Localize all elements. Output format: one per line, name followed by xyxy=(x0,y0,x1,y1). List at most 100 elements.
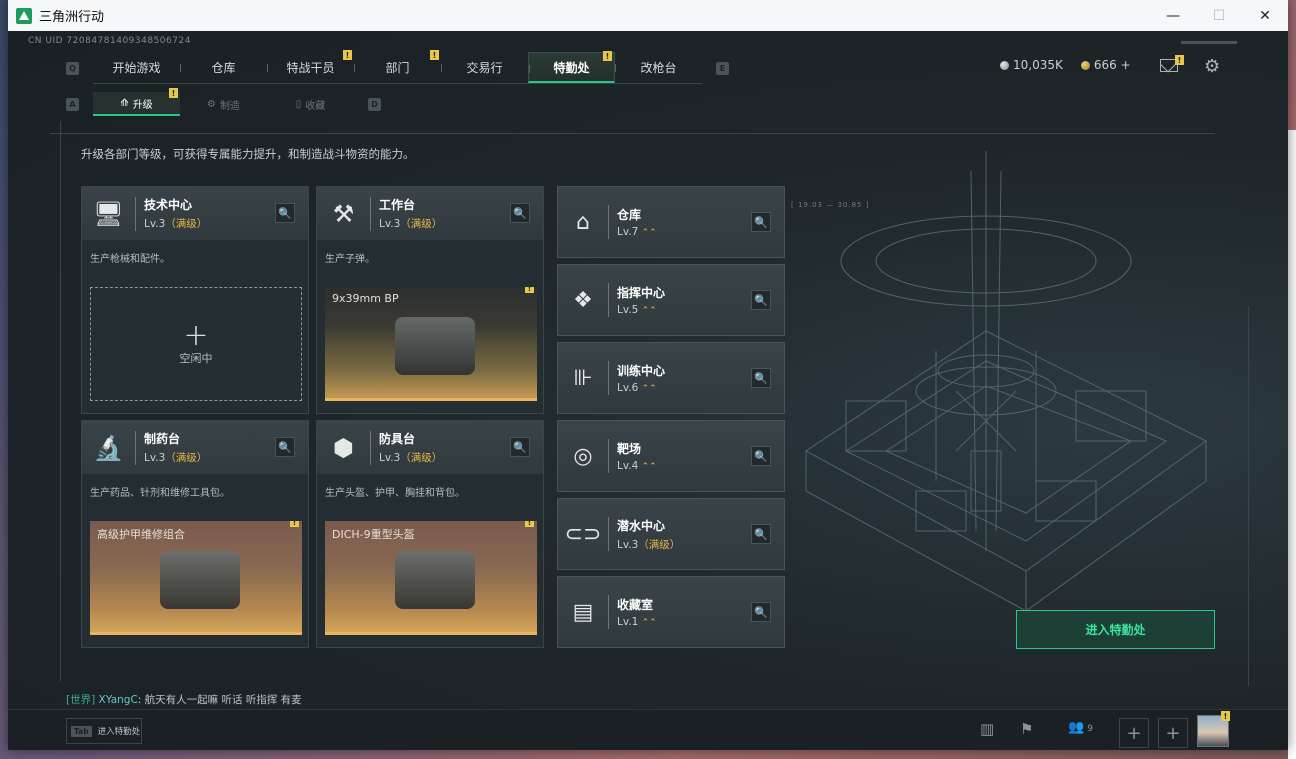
idle-slot[interactable]: + 空闲中 xyxy=(90,287,302,401)
chat-line[interactable]: [世界] XYangC: 航天有人一起嘛 听话 听指挥 有麦 xyxy=(66,692,302,707)
add-squad-slot-1[interactable]: + xyxy=(1119,718,1149,748)
item-image xyxy=(160,551,240,609)
item-name: DICH-9重型头盔 xyxy=(332,528,415,541)
facility-tile-3[interactable]: ◎ 靶场 Lv.4 ⌃⌃ 🔍 xyxy=(557,420,785,492)
item-image xyxy=(395,317,475,375)
card-title: 工作台 xyxy=(379,198,416,212)
sub-tab-1[interactable]: ⚙ 制造 xyxy=(180,92,267,116)
add-squad-slot-2[interactable]: + xyxy=(1158,718,1188,748)
nav-tab-label: 仓库 xyxy=(211,61,236,75)
nav-tab-label: 特勤处 xyxy=(553,60,590,75)
facility-tile-0[interactable]: ⌂ 仓库 Lv.7 ⌃⌃ 🔍 xyxy=(557,186,785,258)
stats-chart-icon[interactable]: ▥ xyxy=(980,720,994,738)
card-header: 🔬 制药台 Lv.3（满级） 🔍 xyxy=(82,421,308,474)
nav-tab-0[interactable]: 开始游戏 xyxy=(93,52,180,83)
tile-title: 指挥中心 xyxy=(617,286,666,300)
coordinate-readout: [ 19.03 — 30.85 ] xyxy=(791,201,870,209)
tab-shortcut-label: 进入特勤处 xyxy=(97,727,141,737)
facility-tile-4[interactable]: ⊂⊃ 潜水中心 Lv.3（满级） 🔍 xyxy=(557,498,785,570)
sub-tab-label: 制造 xyxy=(219,100,240,112)
background-window-edge xyxy=(1288,130,1296,759)
upgrade-icon: ⟰ xyxy=(120,97,129,109)
nav-tab-6[interactable]: 改枪台 xyxy=(615,52,702,83)
nav-tab-label: 改枪台 xyxy=(640,61,677,75)
nav-tab-badge: ! xyxy=(430,50,439,60)
nav-tab-5[interactable]: 特勤处! xyxy=(528,51,615,83)
facility-card-1[interactable]: ⚒ 工作台 Lv.3（满级） 🔍 生产子弹。 9x39mm BP! xyxy=(316,186,544,414)
top-nav-tabs: 开始游戏 仓库 特战干员! 部门! 交易行 特勤处! 改枪台 xyxy=(93,50,702,84)
chat-message: : 航天有人一起嘛 听话 听指挥 有麦 xyxy=(137,694,302,706)
game-screen: CN UID 72084781409348506724 Q 开始游戏 仓库 特战干员… xyxy=(8,31,1288,750)
sub-tab-2[interactable]: ▯ 收藏 xyxy=(267,92,354,116)
card-level: Lv.3（满级） xyxy=(379,218,443,230)
sub-tab-0[interactable]: ⟰ 升级! xyxy=(93,88,180,116)
flag-icon[interactable]: ⚑ xyxy=(1020,720,1033,738)
card-title: 制药台 xyxy=(144,432,181,446)
nav-tab-1[interactable]: 仓库 xyxy=(180,52,267,83)
warehouse-icon: ⌂ xyxy=(576,209,590,235)
facility-tile-5[interactable]: ▤ 收藏室 Lv.1 ⌃⌃ 🔍 xyxy=(557,576,785,648)
diving-center-icon: ⊂⊃ xyxy=(564,521,602,547)
nav-tab-label: 开始游戏 xyxy=(112,61,161,75)
facility-card-0[interactable]: 🖥 技术中心 Lv.3（满级） 🔍 生产枪械和配件。 + 空闲中 xyxy=(81,186,309,414)
tab-shortcut-hint[interactable]: Tab 进入特勤处 xyxy=(66,718,142,744)
sub-nav-tabs: ⟰ 升级! ⚙ 制造 ▯ 收藏 xyxy=(93,88,354,116)
collection-room-icon: ▤ xyxy=(572,599,594,625)
search-icon[interactable]: 🔍 xyxy=(751,446,771,466)
collection-icon: ▯ xyxy=(295,98,302,110)
facility-card-3[interactable]: ⬢ 防具台 Lv.3（满级） 🔍 生产头盔、护甲、胸挂和背包。 DICH-9重型头盔! xyxy=(316,420,544,648)
tile-divider xyxy=(608,205,609,239)
production-item[interactable]: DICH-9重型头盔! xyxy=(325,521,537,635)
card-header: ⬢ 防具台 Lv.3（满级） 🔍 xyxy=(317,421,543,474)
command-center-icon: ❖ xyxy=(573,287,593,313)
nav-tab-2[interactable]: 特战干员! xyxy=(267,50,354,83)
search-icon[interactable]: 🔍 xyxy=(510,437,530,457)
nav-tab-label: 特战干员 xyxy=(286,61,335,75)
friends-icon[interactable]: 👥 9 xyxy=(1068,720,1093,735)
tile-level: Lv.4 ⌃⌃ xyxy=(617,460,657,472)
tile-title: 收藏室 xyxy=(617,598,654,612)
search-icon[interactable]: 🔍 xyxy=(275,203,295,223)
minimize-button[interactable]: — xyxy=(1150,0,1196,31)
nav-tab-4[interactable]: 交易行 xyxy=(441,52,528,83)
facility-tile-2[interactable]: ⊪ 训练中心 Lv.6 ⌃⌃ 🔍 xyxy=(557,342,785,414)
title-bar: 三角洲行动 — ☐ ✕ xyxy=(8,0,1288,31)
silver-coin-icon xyxy=(1000,61,1009,70)
item-badge: ! xyxy=(290,521,299,527)
game-window: 三角洲行动 — ☐ ✕ CN UID 72084781409348506724 … xyxy=(8,0,1288,750)
maximize-button[interactable]: ☐ xyxy=(1196,0,1242,31)
pharmacy-icon: 🔬 xyxy=(93,433,124,462)
card-title: 技术中心 xyxy=(144,198,193,212)
settings-gear-icon[interactable]: ⚙ xyxy=(1204,56,1220,77)
silver-currency[interactable]: 10,035K xyxy=(1000,58,1063,72)
search-icon[interactable]: 🔍 xyxy=(751,524,771,544)
key-hint-a: A xyxy=(66,97,79,111)
facility-card-2[interactable]: 🔬 制药台 Lv.3（满级） 🔍 生产药品、针剂和维修工具包。 高级护甲维修组合! xyxy=(81,420,309,648)
close-button[interactable]: ✕ xyxy=(1242,0,1288,31)
card-description: 生产子弹。 xyxy=(325,254,375,265)
tile-divider xyxy=(608,283,609,317)
production-item[interactable]: 高级护甲维修组合! xyxy=(90,521,302,635)
nav-tab-3[interactable]: 部门! xyxy=(354,50,441,83)
upgrade-available-icon: ⌃⌃ xyxy=(641,228,657,238)
chat-channel: [世界] xyxy=(66,694,96,706)
enter-special-ops-button[interactable]: 进入特勤处 xyxy=(1016,610,1215,649)
gold-currency[interactable]: 666 + xyxy=(1080,58,1131,72)
nav-tab-badge: ! xyxy=(603,51,612,61)
tile-level: Lv.7 ⌃⌃ xyxy=(617,226,657,238)
frame-top-line xyxy=(50,133,1215,134)
armor-bench-icon: ⬢ xyxy=(333,433,354,462)
search-icon[interactable]: 🔍 xyxy=(510,203,530,223)
facility-tile-1[interactable]: ❖ 指挥中心 Lv.5 ⌃⌃ 🔍 xyxy=(557,264,785,336)
search-icon[interactable]: 🔍 xyxy=(751,212,771,232)
training-center-icon: ⊪ xyxy=(573,365,593,391)
search-icon[interactable]: 🔍 xyxy=(275,437,295,457)
search-icon[interactable]: 🔍 xyxy=(751,290,771,310)
tab-key: Tab xyxy=(71,725,92,737)
tile-divider xyxy=(608,595,609,629)
tech-center-icon: 🖥 xyxy=(93,199,124,228)
production-item[interactable]: 9x39mm BP! xyxy=(325,287,537,401)
card-description: 生产头盔、护甲、胸挂和背包。 xyxy=(325,488,465,499)
search-icon[interactable]: 🔍 xyxy=(751,368,771,388)
search-icon[interactable]: 🔍 xyxy=(751,602,771,622)
